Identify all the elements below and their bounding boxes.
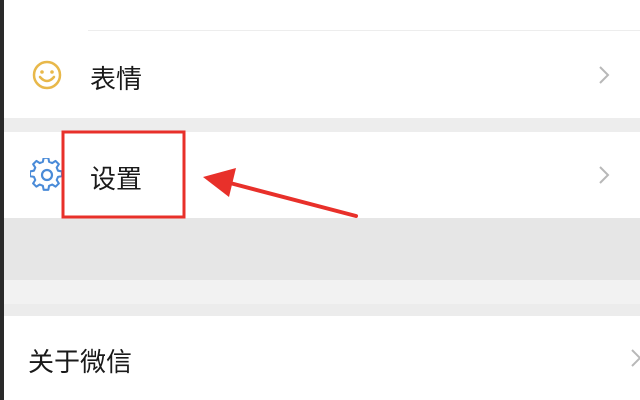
highlight-box bbox=[61, 130, 186, 219]
wechat-me-screen: 表情 设置 关于微信 bbox=[0, 0, 640, 400]
annotation-overlay bbox=[61, 130, 358, 219]
red-arrow-icon bbox=[203, 168, 358, 218]
